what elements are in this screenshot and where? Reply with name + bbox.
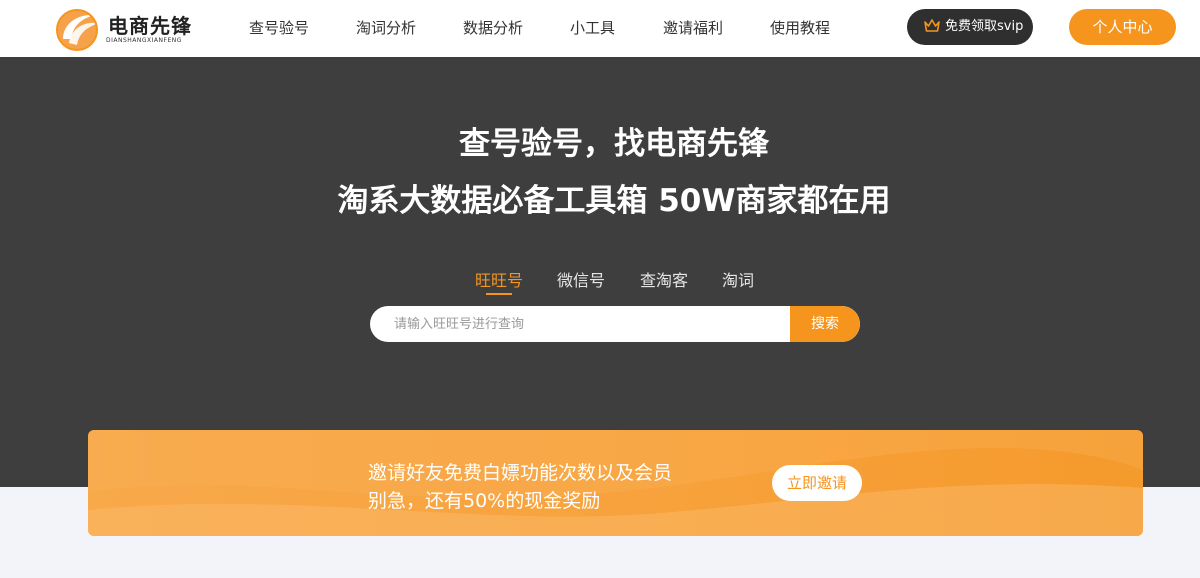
nav-item-invite-rewards[interactable]: 邀请福利 — [663, 0, 723, 57]
tab-wangwang[interactable]: 旺旺号 — [475, 267, 523, 291]
nav-item-keyword-analysis[interactable]: 淘词分析 — [356, 0, 416, 57]
hero-section: 查号验号，找电商先锋 淘系大数据必备工具箱 50W商家都在用 旺旺号 微信号 查… — [0, 57, 1200, 487]
search-button[interactable]: 搜索 — [790, 306, 860, 342]
brand-subtitle: DIANSHANGXIANFENG — [106, 37, 182, 44]
active-tab-indicator — [486, 293, 512, 295]
search-input[interactable] — [370, 306, 790, 342]
invite-banner-text-2: 别急，还有50%的现金奖励 — [368, 490, 601, 512]
hero-subheadline: 淘系大数据必备工具箱 50W商家都在用 — [337, 183, 891, 219]
brand-name: 电商先锋 — [108, 14, 192, 38]
swirl-logo-icon — [56, 9, 99, 51]
invite-banner: 邀请好友免费白嫖功能次数以及会员 别急，还有50%的现金奖励 立即邀请 — [88, 430, 1143, 536]
top-header: 电商先锋 DIANSHANGXIANFENG 查号验号 淘词分析 数据分析 小工… — [0, 0, 1200, 57]
free-svip-label: 免费领取svip — [945, 19, 1024, 34]
nav-item-tools[interactable]: 小工具 — [570, 0, 615, 57]
tab-wechat[interactable]: 微信号 — [557, 267, 605, 291]
invite-banner-text-1: 邀请好友免费白嫖功能次数以及会员 — [368, 462, 673, 484]
crown-icon — [924, 19, 940, 32]
nav-item-tutorial[interactable]: 使用教程 — [770, 0, 830, 57]
nav-item-data-analysis[interactable]: 数据分析 — [463, 0, 523, 57]
nav-item-check-account[interactable]: 查号验号 — [249, 0, 309, 57]
personal-center-button[interactable]: 个人中心 — [1069, 9, 1176, 45]
free-svip-button[interactable]: 免费领取svip — [907, 9, 1033, 45]
search-bar: 搜索 — [370, 306, 860, 342]
brand-logo[interactable]: 电商先锋 DIANSHANGXIANFENG — [53, 5, 193, 51]
tab-keyword[interactable]: 淘词 — [722, 267, 754, 291]
tab-taoke[interactable]: 查淘客 — [640, 267, 688, 291]
hero-headline: 查号验号，找电商先锋 — [459, 126, 769, 162]
invite-now-button[interactable]: 立即邀请 — [772, 465, 862, 501]
